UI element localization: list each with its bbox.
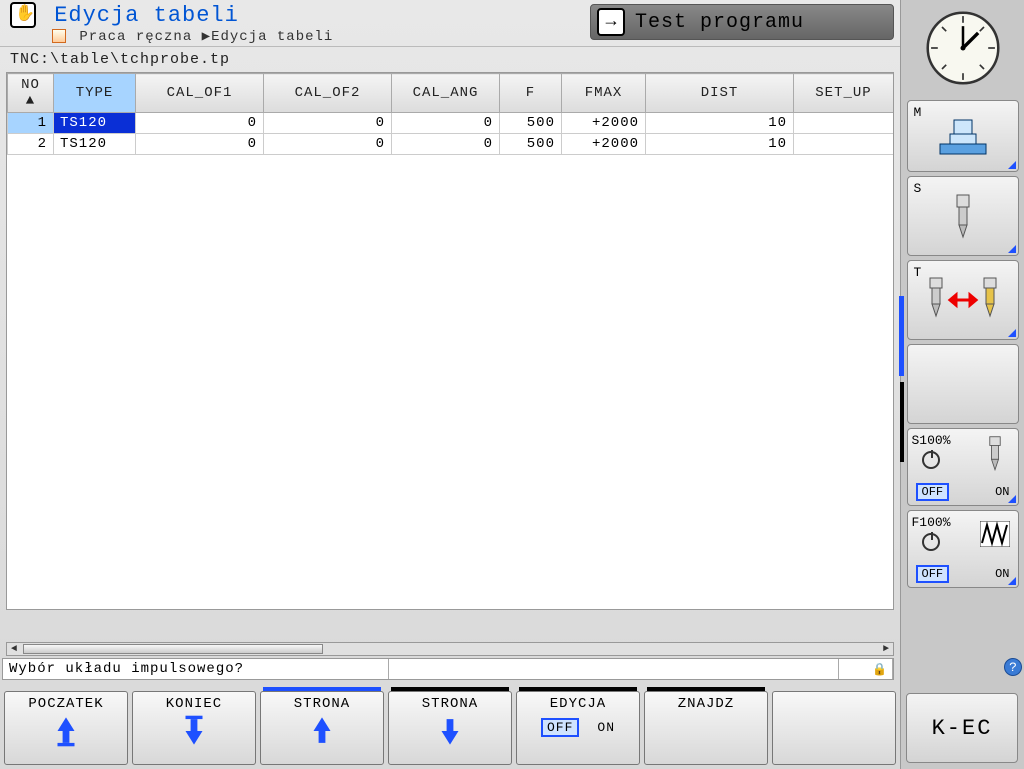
cell-cal_of2[interactable]: 0 [264, 113, 392, 134]
file-path: TNC:\table\tchprobe.tp [0, 46, 900, 70]
empty-button[interactable] [907, 344, 1019, 424]
right-panel: M S T [900, 0, 1024, 769]
f-override-button[interactable]: F100% OFF ON [907, 510, 1019, 588]
col-header-fmax[interactable]: FMAX [562, 74, 646, 113]
cell-cal_of2[interactable]: 0 [264, 134, 392, 155]
table-row[interactable]: 2TS120000500+200010 [8, 134, 894, 155]
col-header-cal_ang[interactable]: CAL_ANG [392, 74, 500, 113]
table-header-row: NO ▲TYPECAL_OF1CAL_OF2CAL_ANGFFMAXDISTSE… [8, 74, 894, 113]
col-header-set_up[interactable]: SET_UP [794, 74, 894, 113]
knob-icon [922, 533, 940, 551]
softkey-znajdz[interactable]: ZNAJDZ [644, 691, 768, 765]
scrollbar-thumb[interactable] [23, 644, 323, 654]
cell-cal_of1[interactable]: 0 [136, 113, 264, 134]
cell-dist[interactable]: 10 [646, 134, 794, 155]
toggle-on[interactable]: ON [597, 720, 615, 735]
s-function-button[interactable]: S [907, 176, 1019, 256]
softkey-label: ZNAJDZ [678, 696, 734, 712]
knob-icon [922, 451, 940, 469]
scroll-right-icon[interactable]: ► [879, 643, 893, 655]
softkey-label: POCZATEK [28, 696, 103, 712]
softkey-label: KONIEC [166, 696, 222, 712]
breadcrumb-current: Edycja tabeli [211, 29, 333, 45]
cell-f[interactable]: 500 [500, 113, 562, 134]
cell-set_up[interactable] [794, 134, 894, 155]
col-header-cal_of2[interactable]: CAL_OF2 [264, 74, 392, 113]
spindle-icon [908, 177, 1018, 255]
cell-type[interactable]: TS120 [54, 113, 136, 134]
cell-set_up[interactable] [794, 113, 894, 134]
s100-label: S100% [912, 433, 951, 448]
mode-label: Test programu [635, 11, 804, 34]
col-header-dist[interactable]: DIST [646, 74, 794, 113]
cell-cal_ang[interactable]: 0 [392, 113, 500, 134]
cell-no[interactable]: 1 [8, 113, 54, 134]
mode-arrow-icon: → [597, 8, 625, 36]
k-ec-button[interactable]: K-EC [906, 693, 1018, 763]
col-header-no[interactable]: NO ▲ [8, 74, 54, 113]
arrow-down-bar-icon [182, 714, 206, 748]
arrow-down-icon [438, 714, 462, 748]
page-title: Edycja tabeli [54, 3, 239, 28]
horizontal-scrollbar[interactable]: ◄ ► [6, 642, 894, 656]
tool-change-icon [908, 261, 1018, 339]
softkey-koniec[interactable]: KONIEC [132, 691, 256, 765]
message-text: Wybór układu impulsowego? [3, 659, 389, 679]
message-field-2 [389, 659, 839, 679]
scroll-left-icon[interactable]: ◄ [7, 643, 21, 655]
softkey-poczatek[interactable]: POCZATEK [4, 691, 128, 765]
softkey-bar: POCZATEK KONIEC STRONA STRONA EDYCJA OFF ON ZNA… [4, 691, 896, 765]
f100-label: F100% [912, 515, 951, 530]
k-ec-label: K-EC [932, 716, 993, 741]
softkey-label: STRONA [422, 696, 478, 712]
m-function-button[interactable]: M [907, 100, 1019, 172]
toggle[interactable]: OFF ON [541, 718, 615, 737]
arrow-up-icon [310, 714, 334, 748]
softkey-empty[interactable] [772, 691, 896, 765]
t-function-button[interactable]: T [907, 260, 1019, 340]
cell-dist[interactable]: 10 [646, 113, 794, 134]
message-field-3: 🔒 [839, 659, 893, 679]
wave-icon [980, 521, 1010, 547]
col-header-f[interactable]: F [500, 74, 562, 113]
cell-type[interactable]: TS120 [54, 134, 136, 155]
mode-button[interactable]: → Test programu [590, 4, 894, 40]
cell-fmax[interactable]: +2000 [562, 113, 646, 134]
table-row[interactable]: 1TS120000500+200010 [8, 113, 894, 134]
help-icon[interactable]: ? [1004, 658, 1022, 676]
spindle-small-icon [982, 435, 1008, 475]
breadcrumb-root: Praca ręczna [79, 29, 192, 45]
message-bar: Wybór układu impulsowego? 🔒 [2, 658, 894, 680]
f100-off[interactable]: OFF [916, 565, 950, 583]
softkey-strona[interactable]: STRONA [388, 691, 512, 765]
arrow-up-bar-icon [54, 714, 78, 748]
side-indicator-blue [899, 296, 904, 376]
softkey-label: STRONA [294, 696, 350, 712]
table: NO ▲TYPECAL_OF1CAL_OF2CAL_ANGFFMAXDISTSE… [6, 72, 894, 610]
cell-no[interactable]: 2 [8, 134, 54, 155]
cell-f[interactable]: 500 [500, 134, 562, 155]
lock-icon: 🔒 [872, 662, 888, 677]
cell-cal_of1[interactable]: 0 [136, 134, 264, 155]
col-header-type[interactable]: TYPE [54, 74, 136, 113]
toggle-off[interactable]: OFF [541, 718, 579, 737]
side-indicator-black [900, 382, 904, 462]
manual-mode-icon [10, 2, 36, 28]
home-icon [52, 29, 66, 43]
machine-icon [908, 101, 1018, 171]
s100-off[interactable]: OFF [916, 483, 950, 501]
clock-icon [913, 6, 1013, 90]
softkey-label: EDYCJA [550, 696, 606, 712]
col-header-cal_of1[interactable]: CAL_OF1 [136, 74, 264, 113]
cell-fmax[interactable]: +2000 [562, 134, 646, 155]
softkey-edycja[interactable]: EDYCJA OFF ON [516, 691, 640, 765]
cell-cal_ang[interactable]: 0 [392, 134, 500, 155]
s-override-button[interactable]: S100% OFF ON [907, 428, 1019, 506]
softkey-strona[interactable]: STRONA [260, 691, 384, 765]
